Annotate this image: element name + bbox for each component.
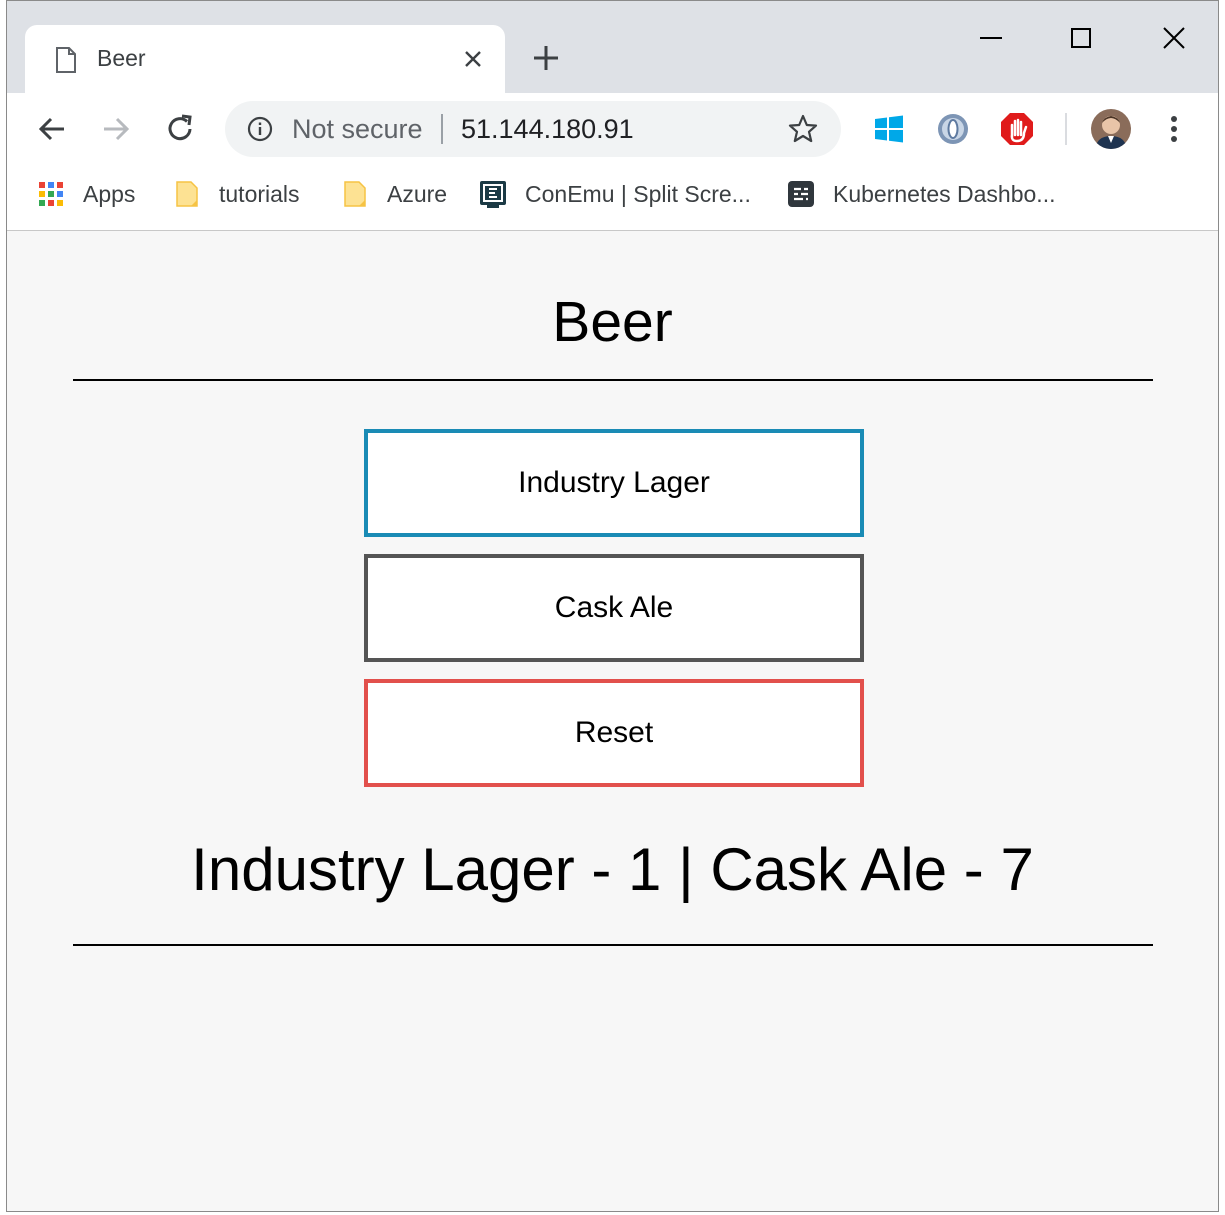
bookmark-label: Azure (387, 180, 448, 207)
bookmark-label: tutorials (219, 180, 300, 207)
industry-lager-button[interactable]: Industry Lager (364, 429, 864, 537)
kubernetes-dashboard-icon (788, 181, 814, 207)
bookmark-label: ConEmu | Split Scre... (525, 180, 751, 207)
windows-icon[interactable] (871, 111, 907, 147)
page-icon (56, 47, 76, 73)
security-status[interactable]: Not secure (292, 114, 423, 145)
new-tab-icon[interactable] (531, 43, 561, 73)
vote-results: Industry Lager - 1 | Cask Ale - 7 (191, 836, 1034, 903)
bookmark-label: Apps (83, 180, 136, 207)
top-divider (73, 379, 1153, 381)
adblock-icon[interactable] (999, 111, 1035, 147)
url-text[interactable]: 51.144.180.91 (461, 114, 634, 145)
tab-strip: Beer (7, 1, 1218, 93)
address-bar[interactable]: Not secure 51.144.180.91 (225, 101, 841, 157)
maximize-icon[interactable] (1064, 21, 1098, 55)
tab-title: Beer (97, 45, 146, 71)
conemu-icon (480, 181, 506, 208)
page-content: Beer Industry Lager Cask Ale Reset Indus… (7, 231, 1218, 1211)
omnibox-divider (441, 114, 443, 144)
page-title: Beer (552, 290, 673, 354)
menu-kebab-icon[interactable] (1159, 111, 1189, 147)
bookmark-azure[interactable]: Azure (341, 177, 447, 211)
toolbar-divider (1065, 113, 1067, 145)
close-window-icon[interactable] (1157, 21, 1191, 55)
bookmark-kubernetes-dashboard[interactable]: Kubernetes Dashbo... (787, 177, 1055, 211)
profile-avatar[interactable] (1091, 109, 1131, 149)
folder-icon (176, 181, 198, 207)
browser-window: Beer Not secure 51.144.180.91 Apps tutor… (6, 0, 1219, 1212)
bookmarks-bar: Apps tutorials Azure ConEmu | Split Scre… (7, 165, 1218, 231)
apps-grid-icon (39, 182, 63, 206)
info-icon[interactable] (247, 116, 273, 142)
close-tab-icon[interactable] (461, 47, 485, 71)
minimize-icon[interactable] (974, 21, 1008, 55)
bookmark-label: Kubernetes Dashbo... (833, 180, 1056, 207)
reload-icon[interactable] (162, 111, 198, 147)
bookmark-apps[interactable]: Apps (37, 177, 135, 211)
avatar-photo-icon (1091, 109, 1131, 149)
folder-icon (344, 181, 366, 207)
forward-arrow-icon[interactable] (98, 111, 134, 147)
bookmark-tutorials[interactable]: tutorials (173, 177, 300, 211)
back-arrow-icon[interactable] (34, 111, 70, 147)
extension-ring-icon[interactable] (935, 111, 971, 147)
bottom-divider (73, 944, 1153, 946)
tab-beer[interactable]: Beer (25, 25, 505, 93)
bookmark-star-icon[interactable] (787, 113, 819, 145)
cask-ale-button[interactable]: Cask Ale (364, 554, 864, 662)
bookmark-conemu[interactable]: ConEmu | Split Scre... (479, 177, 751, 211)
reset-button[interactable]: Reset (364, 679, 864, 787)
browser-toolbar: Not secure 51.144.180.91 (7, 93, 1218, 165)
